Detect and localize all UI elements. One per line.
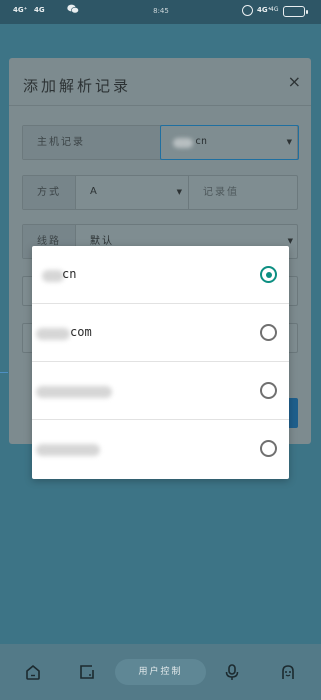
window-icon[interactable] — [78, 663, 96, 681]
bottom-bar: 用户控制 — [0, 644, 321, 700]
domain-dropdown: cn com — [32, 246, 289, 479]
dialog-divider — [9, 105, 311, 106]
home-icon[interactable] — [24, 663, 42, 681]
alarm-icon — [242, 5, 253, 16]
wechat-icon — [67, 4, 79, 14]
signal-indicator-2: 4G — [34, 6, 45, 14]
clock-time: 8:45 — [153, 7, 169, 15]
dropdown-option[interactable] — [32, 420, 289, 478]
status-bar: 4G⁺ 4G 8:45 4G⁺ 4G — [0, 0, 321, 24]
blurred-domain — [36, 386, 112, 398]
chevron-down-icon: ▼ — [286, 138, 292, 146]
record-type-row: 方式 A ▼ 记录值 — [22, 175, 298, 210]
blurred-domain — [42, 270, 64, 282]
blurred-domain — [173, 138, 193, 148]
type-select[interactable]: A ▼ — [76, 176, 188, 209]
radio-checked-icon[interactable] — [260, 266, 277, 283]
signal-indicator-1: 4G⁺ — [13, 6, 28, 14]
dropdown-option[interactable] — [32, 362, 289, 420]
type-label: 方式 — [23, 176, 75, 209]
dropdown-option[interactable]: com — [32, 304, 289, 362]
edge-indicator — [0, 372, 8, 373]
emoji-icon[interactable] — [279, 663, 297, 681]
chevron-down-icon: ▼ — [176, 188, 182, 196]
battery-icon — [283, 6, 308, 17]
chevron-down-icon: ▼ — [287, 237, 293, 245]
option-label: com — [70, 325, 92, 339]
option-label: cn — [62, 267, 77, 281]
host-record-label: 主机记录 — [23, 126, 160, 159]
microphone-icon[interactable] — [223, 663, 241, 681]
radio-unchecked-icon[interactable] — [260, 382, 277, 399]
domain-select[interactable]: cn ▼ — [160, 125, 299, 160]
domain-select-value: cn — [195, 136, 208, 147]
close-icon[interactable]: × — [288, 72, 301, 91]
dropdown-option[interactable]: cn — [32, 246, 289, 304]
radio-unchecked-icon[interactable] — [260, 440, 277, 457]
radio-unchecked-icon[interactable] — [260, 324, 277, 341]
user-control-button[interactable]: 用户控制 — [115, 659, 206, 685]
type-select-value: A — [90, 186, 97, 197]
blurred-domain — [36, 328, 70, 340]
dialog-title: 添加解析记录 — [23, 77, 132, 95]
host-record-row: 主机记录 cn ▼ — [22, 125, 299, 160]
network-type-label: 4G — [270, 6, 279, 13]
blurred-domain — [36, 444, 100, 456]
record-value-input[interactable]: 记录值 — [189, 176, 299, 209]
